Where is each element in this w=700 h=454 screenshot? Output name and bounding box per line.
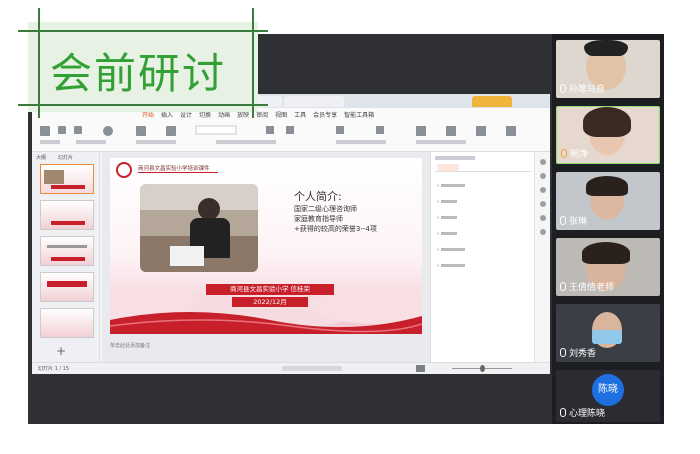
menu-item[interactable]: 工具 [294, 112, 306, 119]
participant-name: 张琳 [560, 214, 587, 227]
presenter-banner: 商河县文昌实验小学 信桂荣 [206, 284, 334, 295]
participant-name: 刘秀香 [560, 346, 596, 359]
panel-item[interactable]: › [437, 210, 527, 226]
intro-line: 家庭教育指导师 [294, 215, 343, 223]
panel-item[interactable]: › [437, 226, 527, 242]
intro-line: +获得的较高的荣誉3--4项 [294, 225, 377, 233]
menu-item[interactable]: 智能工具箱 [344, 112, 374, 119]
menu-item[interactable]: 开始 [142, 112, 154, 119]
menu-item[interactable]: 会员专享 [313, 112, 337, 119]
panel-item[interactable]: › [437, 194, 527, 210]
slide-thumbnails: 大纲 幻灯片 + [32, 152, 100, 362]
slide-thumb-1[interactable] [40, 164, 94, 194]
slide-thumb-5[interactable] [40, 308, 94, 338]
school-emblem-icon [116, 162, 132, 178]
thumb-tab-slides[interactable]: 幻灯片 [58, 154, 73, 161]
menu-item[interactable]: 放映 [237, 112, 249, 119]
date-banner: 2022/12月 [232, 297, 308, 307]
menu-item[interactable]: 视图 [275, 112, 287, 119]
participant-name: 王倩倩老师 [560, 280, 614, 293]
panel-item[interactable]: › [437, 258, 527, 274]
slide-thumb-4[interactable] [40, 272, 94, 302]
heading-rule [18, 30, 268, 32]
mic-icon [560, 282, 566, 291]
menu-item[interactable]: 设计 [180, 112, 192, 119]
presenter-photo [140, 184, 258, 272]
slide-thumb-2[interactable] [40, 200, 94, 230]
mic-icon [560, 348, 566, 357]
intro-title: 个人简介: [294, 190, 342, 203]
notes-field[interactable]: 单击此处添加备注 [110, 342, 150, 349]
mic-icon [560, 408, 566, 417]
screenshot: 开始 插入 设计 切换 动画 放映 审阅 视图 工具 会员专享 智能工具箱 大纲… [0, 0, 700, 454]
login-button[interactable] [472, 96, 512, 107]
participant-name: 心理陈晓 [560, 406, 605, 419]
video-tile[interactable]: 孙笔马良 [556, 40, 660, 98]
menu-item[interactable]: 动画 [218, 112, 230, 119]
right-panel: › › › › › › [430, 152, 534, 362]
slide-canvas: 商河县文昌实验小学培训课件 个人简介: 国家二级心理咨询师 家庭教育指导师 +获… [102, 152, 432, 362]
panel-list: › › › › › › [437, 178, 527, 274]
heading-rule [38, 8, 40, 118]
play-button[interactable] [416, 365, 425, 372]
video-tile[interactable]: 陈晓 心理陈晓 [556, 370, 660, 422]
mask [592, 330, 622, 344]
page-title: 会前研讨 [50, 49, 227, 98]
ribbon: 开始 插入 设计 切换 动画 放映 审阅 视图 工具 会员专享 智能工具箱 [32, 108, 550, 152]
slide-count: 幻灯片 1 / 15 [38, 366, 69, 372]
slide-thumb-3[interactable] [40, 236, 94, 266]
heading-rule [252, 8, 254, 118]
toolbar-icons [40, 125, 516, 144]
video-gallery: 孙笔马良 明净 张琳 王倩倩老师 刘秀香 陈晓 心理陈晓 [552, 34, 664, 424]
panel-item[interactable]: › [437, 242, 527, 258]
panel-item[interactable]: › [437, 178, 527, 194]
intro-line: 国家二级心理咨询师 [294, 205, 357, 213]
current-slide: 商河县文昌实验小学培训课件 个人简介: 国家二级心理咨询师 家庭教育指导师 +获… [110, 158, 422, 334]
video-tile[interactable]: 张琳 [556, 172, 660, 230]
avatar: 陈晓 [592, 374, 624, 406]
mic-icon [560, 216, 566, 225]
menu-item[interactable]: 审阅 [256, 112, 268, 119]
sidebar-icons [540, 159, 546, 235]
thumb-tab-outline[interactable]: 大纲 [36, 154, 46, 161]
menu-item[interactable]: 切换 [199, 112, 211, 119]
heading-rule [18, 104, 268, 106]
participant-name: 孙笔马良 [560, 82, 605, 95]
video-tile-active[interactable]: 明净 [556, 106, 660, 164]
school-header: 商河县文昌实验小学培训课件 [138, 166, 210, 172]
video-tile[interactable]: 王倩倩老师 [556, 238, 660, 296]
mic-icon [560, 84, 566, 93]
status-bar: 幻灯片 1 / 15 [32, 362, 550, 374]
shared-screen: 开始 插入 设计 切换 动画 放映 审阅 视图 工具 会员专享 智能工具箱 大纲… [32, 94, 550, 374]
participant-name: 明净 [561, 147, 588, 160]
tab-4[interactable] [284, 96, 344, 107]
mic-icon [561, 149, 567, 158]
video-tile[interactable]: 刘秀香 [556, 304, 660, 362]
intro-lines: 国家二级心理咨询师 家庭教育指导师 +获得的较高的荣誉3--4项 [294, 204, 377, 234]
right-sidebar [534, 152, 550, 362]
menu-item[interactable]: 插入 [161, 112, 173, 119]
add-slide-icon[interactable]: + [56, 344, 66, 358]
